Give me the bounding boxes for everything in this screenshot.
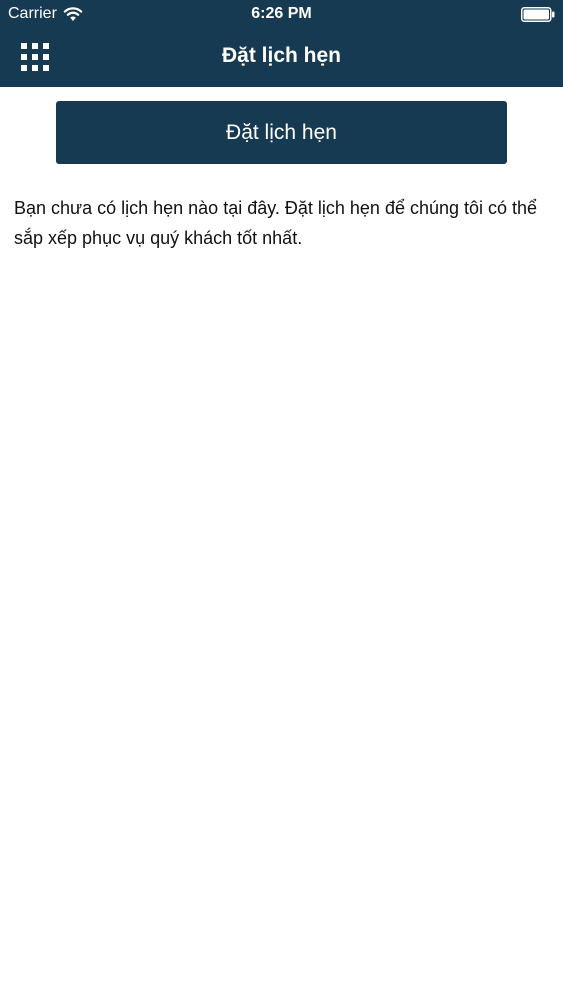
book-appointment-button[interactable]: Đặt lịch hẹn [56,101,507,164]
nav-bar: Đặt lịch hẹn [0,30,563,87]
grid-icon [21,43,49,71]
page-title: Đặt lịch hẹn [221,44,342,67]
battery-icon [521,7,555,22]
menu-button[interactable] [12,34,58,80]
empty-state-message: Bạn chưa có lịch hẹn nào tại đây. Đặt lị… [14,198,538,248]
status-time: 6:26 PM [251,5,312,22]
status-bar: Carrier 6:26 PM [0,0,563,30]
top-bar: Carrier 6:26 PM Đặt lịch hẹn [0,0,563,87]
app-screen: Carrier 6:26 PM Đặt lịch hẹn Đặt lịch hẹ… [0,0,563,1000]
